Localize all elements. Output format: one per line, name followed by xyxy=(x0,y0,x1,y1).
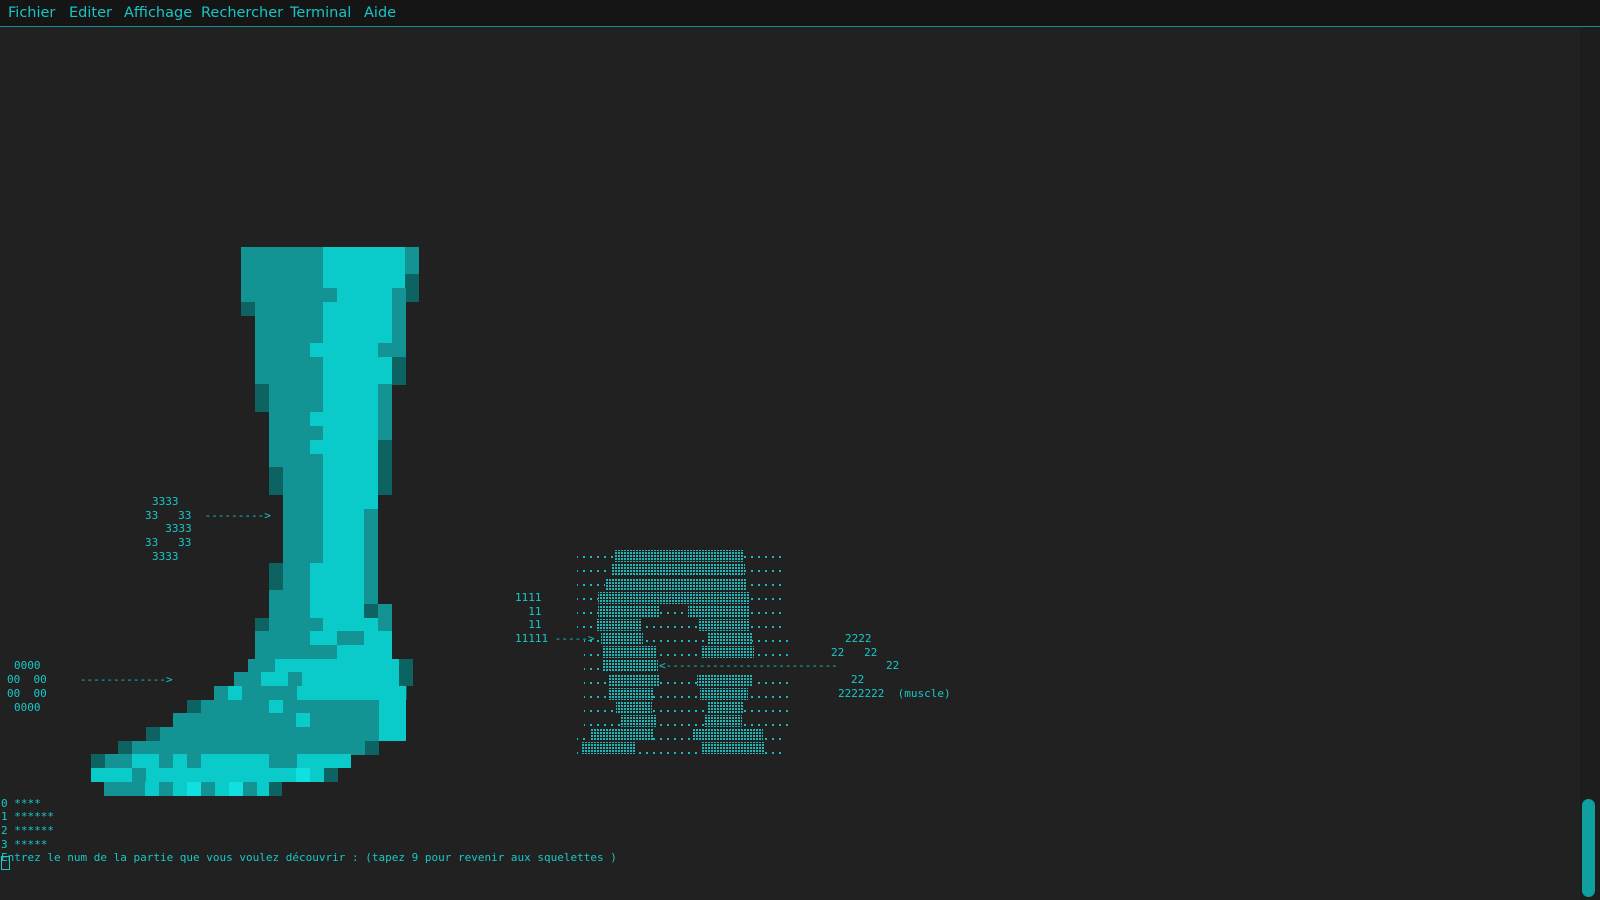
bone2-label: 2222222 (muscle) xyxy=(838,687,951,700)
scrollbar-thumb[interactable] xyxy=(1582,799,1595,897)
muscle-arrow: <-------------------------- xyxy=(659,659,838,672)
menu-terminal[interactable]: Terminal xyxy=(290,5,351,22)
option-line: 3 ***** xyxy=(1,838,48,851)
bone3-label: 3333 xyxy=(152,522,192,535)
menu-editer[interactable]: Editer xyxy=(69,5,112,22)
bone1-label: 11 xyxy=(515,618,542,631)
bone0-label: 00 00 -------------> xyxy=(7,673,173,686)
bone3-label: 33 33 xyxy=(145,536,192,549)
option-line: 2 ****** xyxy=(1,824,54,837)
menu-affichage[interactable]: Affichage xyxy=(124,5,192,22)
bone2-label: 2222 xyxy=(845,632,872,645)
bone3-label: 3333 xyxy=(152,495,179,508)
option-line: 1 ****** xyxy=(1,810,54,823)
bone1-label: 11 xyxy=(515,605,542,618)
text-cursor[interactable] xyxy=(1,856,10,870)
prompt-text: Entrez le num de la partie que vous voul… xyxy=(1,851,617,864)
menu-aide[interactable]: Aide xyxy=(364,5,396,22)
menu-fichier[interactable]: Fichier xyxy=(8,5,55,22)
bone0-label: 0000 xyxy=(14,701,41,714)
menu-bar: Fichier Editer Affichage Rechercher Term… xyxy=(0,0,1600,27)
bone1-label: 11111 -----> xyxy=(515,632,595,645)
terminal-output[interactable] xyxy=(0,27,1580,900)
bone3-label: 3333 xyxy=(152,550,179,563)
bone0-label: 0000 xyxy=(14,659,41,672)
bone-cross-section-art xyxy=(577,549,789,755)
bone3-label: 33 33 ---------> xyxy=(145,509,271,522)
scrollbar[interactable] xyxy=(1580,27,1600,900)
bone0-label: 00 00 xyxy=(7,687,47,700)
bone1-label: 1111 xyxy=(515,591,542,604)
menu-rechercher[interactable]: Rechercher xyxy=(201,5,283,22)
bone2-label: 22 xyxy=(851,673,865,686)
bone2-label: 22 22 xyxy=(831,646,878,659)
option-line: 0 **** xyxy=(1,797,41,810)
bone2-label: 22 xyxy=(886,659,900,672)
